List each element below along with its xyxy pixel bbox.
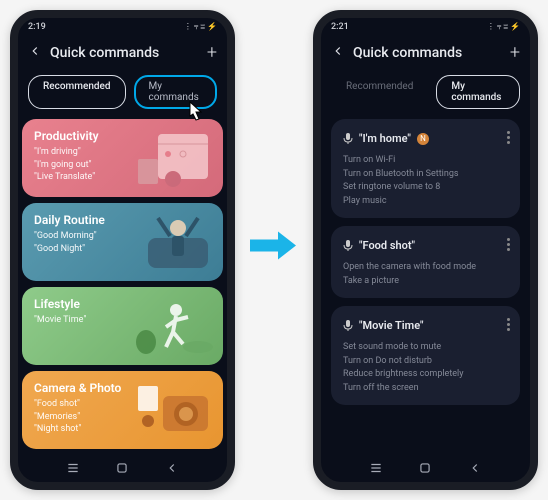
tab-recommended[interactable]: Recommended	[28, 75, 126, 109]
card-camera-photo[interactable]: Camera & Photo "Food shot" "Memories" "N…	[22, 371, 223, 449]
tab-my-commands[interactable]: My commands	[436, 75, 520, 109]
nav-home-icon[interactable]	[418, 460, 432, 479]
tabs: Recommended My commands	[18, 69, 227, 119]
status-time: 2:19	[28, 22, 46, 32]
card-daily-routine[interactable]: Daily Routine "Good Morning" "Good Night…	[22, 203, 223, 281]
status-icons: ⋮ ⫧ ⩸ ⚡	[184, 22, 217, 32]
card-lifestyle[interactable]: Lifestyle "Movie Time"	[22, 287, 223, 365]
command-action: Turn on Bluetooth in Settings	[343, 168, 508, 182]
nav-back-icon[interactable]	[165, 460, 179, 479]
command-action: Turn on Do not disturb	[343, 355, 508, 369]
command-action: Set sound mode to mute	[343, 341, 508, 355]
person-stretch-icon	[128, 208, 218, 276]
command-title: "I'm home"	[359, 132, 411, 145]
tab-my-commands[interactable]: My commands	[134, 75, 217, 109]
page-title: Quick commands	[353, 45, 502, 61]
nav-back-icon[interactable]	[468, 460, 482, 479]
nav-bar	[321, 456, 530, 482]
tab-recommended[interactable]: Recommended	[331, 75, 428, 109]
content-my-commands: "I'm home" N Turn on Wi-Fi Turn on Bluet…	[321, 119, 530, 456]
mic-icon	[343, 129, 353, 148]
more-icon[interactable]	[507, 318, 510, 331]
page-title: Quick commands	[50, 45, 199, 61]
tabs: Recommended My commands	[321, 69, 530, 119]
content-recommended: Productivity "I'm driving" "I'm going ou…	[18, 119, 227, 456]
card-productivity[interactable]: Productivity "I'm driving" "I'm going ou…	[22, 119, 223, 197]
nav-recent-icon[interactable]	[369, 460, 383, 479]
new-badge: N	[417, 133, 429, 145]
nav-recent-icon[interactable]	[66, 460, 80, 479]
runner-icon	[128, 292, 218, 360]
back-icon[interactable]	[331, 43, 345, 62]
command-movie-time[interactable]: "Movie Time" Set sound mode to mute Turn…	[331, 306, 520, 405]
status-time: 2:21	[331, 22, 349, 32]
phone-right: 2:21 ⋮ ⫧ ⩸ ⚡ Quick commands + Recommende…	[313, 10, 538, 490]
nav-home-icon[interactable]	[115, 460, 129, 479]
camera-icon	[128, 376, 218, 444]
header: Quick commands +	[18, 36, 227, 69]
command-action: Open the camera with food mode	[343, 261, 508, 275]
command-action: Turn on Wi-Fi	[343, 154, 508, 168]
command-food-shot[interactable]: "Food shot" Open the camera with food mo…	[331, 226, 520, 298]
calendar-icon	[128, 124, 218, 192]
nav-bar	[18, 456, 227, 482]
statusbar: 2:19 ⋮ ⫧ ⩸ ⚡	[18, 18, 227, 36]
arrow-icon	[248, 227, 298, 274]
command-action: Turn off the screen	[343, 382, 508, 396]
command-title: "Movie Time"	[359, 319, 424, 332]
more-icon[interactable]	[507, 238, 510, 251]
mic-icon	[343, 236, 353, 255]
more-icon[interactable]	[507, 131, 510, 144]
phone-left: 2:19 ⋮ ⫧ ⩸ ⚡ Quick commands + Recommende…	[10, 10, 235, 490]
back-icon[interactable]	[28, 43, 42, 62]
status-icons: ⋮ ⫧ ⩸ ⚡	[487, 22, 520, 32]
command-action: Play music	[343, 195, 508, 209]
command-title: "Food shot"	[359, 239, 415, 252]
mic-icon	[343, 316, 353, 335]
command-action: Take a picture	[343, 275, 508, 289]
statusbar: 2:21 ⋮ ⫧ ⩸ ⚡	[321, 18, 530, 36]
command-action: Reduce brightness completely	[343, 368, 508, 382]
add-icon[interactable]: +	[510, 42, 520, 63]
header: Quick commands +	[321, 36, 530, 69]
add-icon[interactable]: +	[207, 42, 217, 63]
command-im-home[interactable]: "I'm home" N Turn on Wi-Fi Turn on Bluet…	[331, 119, 520, 218]
command-action: Set ringtone volume to 8	[343, 181, 508, 195]
